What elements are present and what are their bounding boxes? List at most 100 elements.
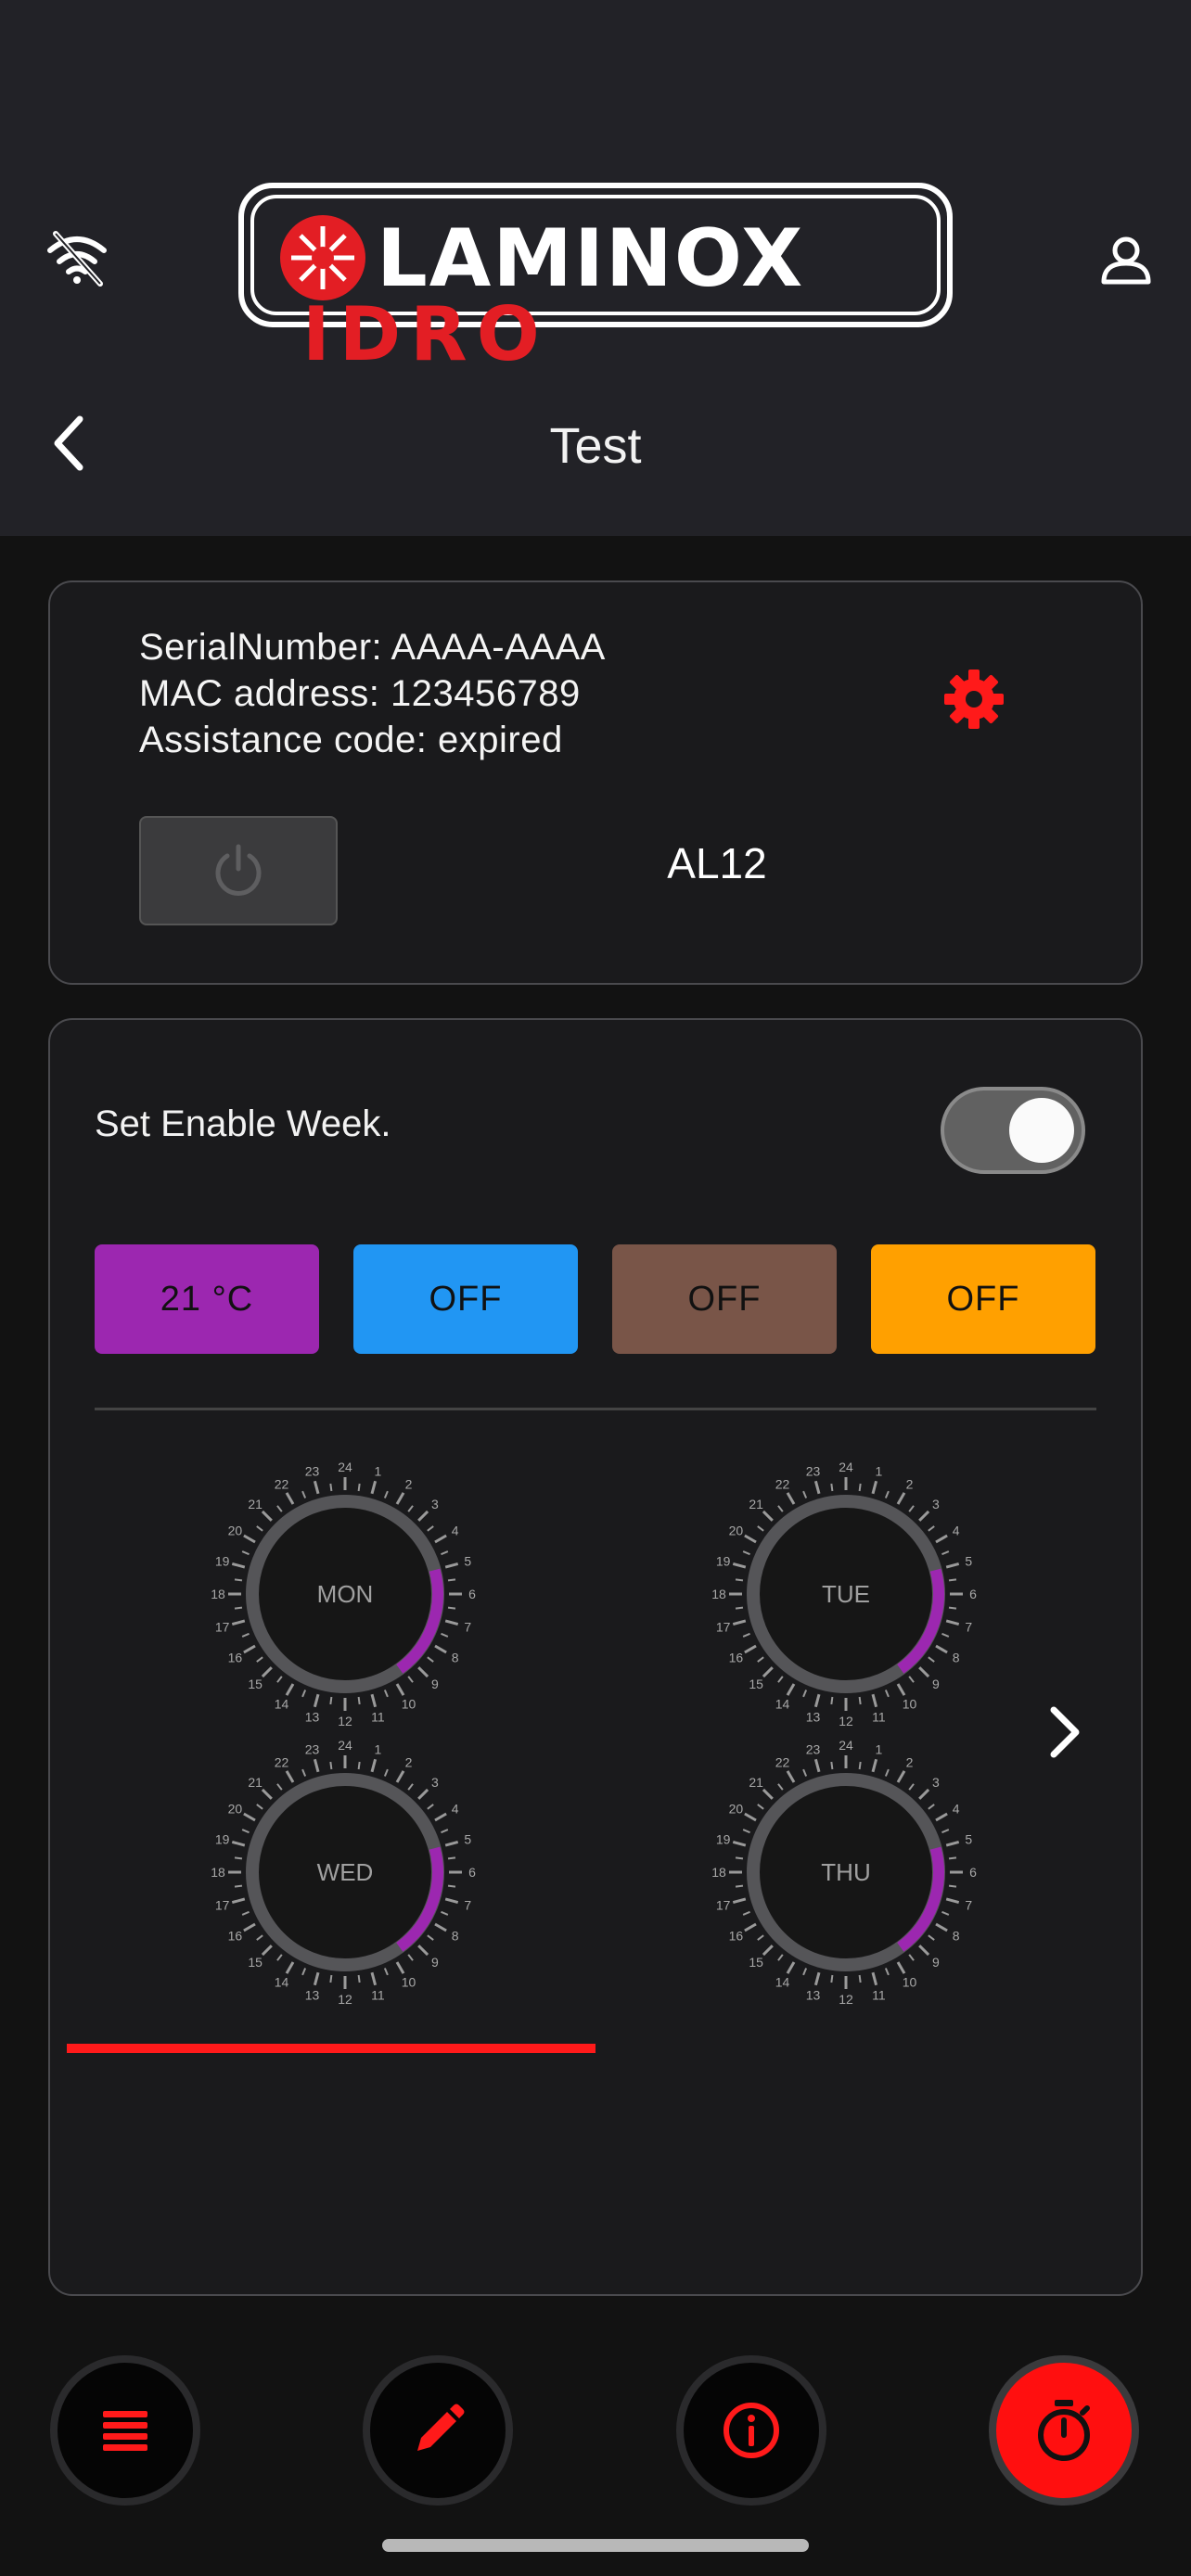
dial-tick: [276, 1954, 283, 1961]
dial-hour-label: 7: [965, 1619, 972, 1634]
mode-button-orange[interactable]: OFF: [871, 1244, 1095, 1354]
dial-tick: [417, 1666, 429, 1678]
dial-tick: [241, 1550, 250, 1556]
dial-tick: [276, 1676, 283, 1683]
dial-hour-label: 19: [716, 1832, 731, 1847]
dial-tick: [858, 1696, 862, 1705]
dial-hour-label: 7: [464, 1897, 471, 1912]
dial-hour-label: 16: [228, 1651, 243, 1665]
dial-hour-label: 21: [749, 1775, 763, 1790]
dial-hour-label: 14: [275, 1697, 289, 1712]
user-profile-icon[interactable]: [1089, 223, 1163, 297]
dial-tick: [830, 1761, 834, 1770]
day-dial-mon[interactable]: 24 1 2 3 4 5 6 7 8 9 10 11 12 13 14 15 16 17 18 19 20 21 22 23 M…: [211, 1460, 480, 1728]
dial-tick: [261, 1788, 273, 1800]
dial-hour-label: 10: [903, 1975, 917, 1990]
dial-tick: [813, 1758, 821, 1773]
nav-timer-button[interactable]: [989, 2355, 1139, 2506]
nav-list-button[interactable]: [50, 2355, 200, 2506]
dial-tick: [735, 1856, 744, 1860]
wifi-off-icon[interactable]: [43, 223, 111, 291]
mode-button-blue[interactable]: OFF: [353, 1244, 578, 1354]
dial-tick: [735, 1606, 744, 1610]
dial-tick: [441, 1829, 449, 1834]
dial-tick: [928, 1656, 935, 1663]
dial-hour-label: 2: [906, 1476, 914, 1491]
dial-tick: [313, 1693, 320, 1708]
dial-hour-label: 12: [338, 1714, 352, 1728]
dial-day-label: MON: [317, 1580, 374, 1608]
list-icon: [103, 2411, 147, 2451]
dial-hour-label: 3: [932, 1775, 940, 1790]
dial-tick: [407, 1954, 414, 1961]
dial-tick: [441, 1632, 449, 1638]
day-dial-tue[interactable]: 24 1 2 3 4 5 6 7 8 9 10 11 12 13 14 15 16 17 18 19 20 21 22 23 T…: [711, 1460, 980, 1728]
assistance-code-text: Assistance code: expired: [139, 720, 563, 760]
dial-tick: [370, 1758, 378, 1773]
dial-tick: [243, 1644, 256, 1654]
dial-hour-label: 10: [402, 1697, 416, 1712]
dial-hour-label: 11: [872, 1987, 886, 2002]
dial-tick: [444, 1562, 459, 1569]
next-page-chevron-icon[interactable]: [1037, 1702, 1089, 1762]
dial-tick: [241, 1829, 250, 1834]
dial-hour-label: 23: [806, 1464, 821, 1479]
dial-hour-label: 9: [932, 1677, 940, 1691]
dial-tick: [777, 1954, 784, 1961]
dial-tick: [884, 1768, 890, 1777]
dial-tick: [241, 1632, 250, 1638]
dial-tick: [256, 1656, 263, 1663]
day-dial-thu[interactable]: 24 1 2 3 4 5 6 7 8 9 10 11 12 13 14 15 16 17 18 19 20 21 22 23 T…: [711, 1738, 980, 2007]
dial-tick: [395, 1770, 405, 1783]
mode-button-brown[interactable]: OFF: [612, 1244, 837, 1354]
dial-tick: [757, 1934, 764, 1941]
dial-hour-label: 14: [775, 1975, 790, 1990]
dial-hour-label: 23: [806, 1742, 821, 1757]
dial-tick: [945, 1619, 960, 1626]
dial-tick: [234, 1884, 243, 1888]
dial-tick: [744, 1534, 757, 1544]
dial-hour-label: 13: [806, 1987, 821, 2002]
dial-tick: [231, 1562, 246, 1569]
power-icon: [215, 844, 262, 896]
dial-tick: [757, 1525, 764, 1532]
dial-tick: [908, 1505, 915, 1512]
dial-tick: [830, 1696, 834, 1705]
dial-hour-label: 5: [464, 1554, 471, 1569]
dial-hour-label: 20: [729, 1802, 744, 1817]
nav-info-button[interactable]: [676, 2355, 826, 2506]
dial-tick: [744, 1922, 757, 1932]
dial-tick: [301, 1690, 307, 1698]
dial-tick: [762, 1510, 774, 1522]
dial-tick: [786, 1492, 796, 1505]
dial-tick: [744, 1812, 757, 1822]
dial-tick: [434, 1922, 447, 1932]
power-button[interactable]: [139, 816, 338, 925]
dial-hour-label: 19: [215, 1554, 230, 1569]
laminox-idro-logo: LAMINOX IDRO: [237, 182, 954, 377]
dial-hour-label: 21: [248, 1775, 263, 1790]
dial-tick: [732, 1840, 747, 1847]
dial-tick: [441, 1910, 449, 1916]
dial-tick: [948, 1578, 957, 1582]
mode-button-comfort[interactable]: 21 °C: [95, 1244, 319, 1354]
dial-tick: [357, 1696, 361, 1705]
dial-tick: [383, 1690, 389, 1698]
dial-tick: [231, 1840, 246, 1847]
dial-hour-label: 20: [729, 1524, 744, 1538]
dial-hour-label: 9: [431, 1955, 439, 1970]
dial-tick: [896, 1770, 906, 1783]
pencil-icon: [417, 2404, 465, 2451]
dial-tick: [383, 1768, 389, 1777]
day-dial-wed[interactable]: 24 1 2 3 4 5 6 7 8 9 10 11 12 13 14 15 16 17 18 19 20 21 22 23 W…: [211, 1738, 480, 2007]
dial-hour-label: 9: [932, 1955, 940, 1970]
gear-icon[interactable]: [939, 664, 1009, 734]
dial-tick: [945, 1562, 960, 1569]
dial-tick: [757, 1656, 764, 1663]
dial-tick: [830, 1483, 834, 1492]
dial-tick: [417, 1945, 429, 1957]
nav-edit-button[interactable]: [363, 2355, 513, 2506]
dial-hour-label: 12: [839, 1714, 853, 1728]
enable-week-toggle[interactable]: [941, 1087, 1085, 1174]
dial-hour-label: 4: [953, 1524, 960, 1538]
